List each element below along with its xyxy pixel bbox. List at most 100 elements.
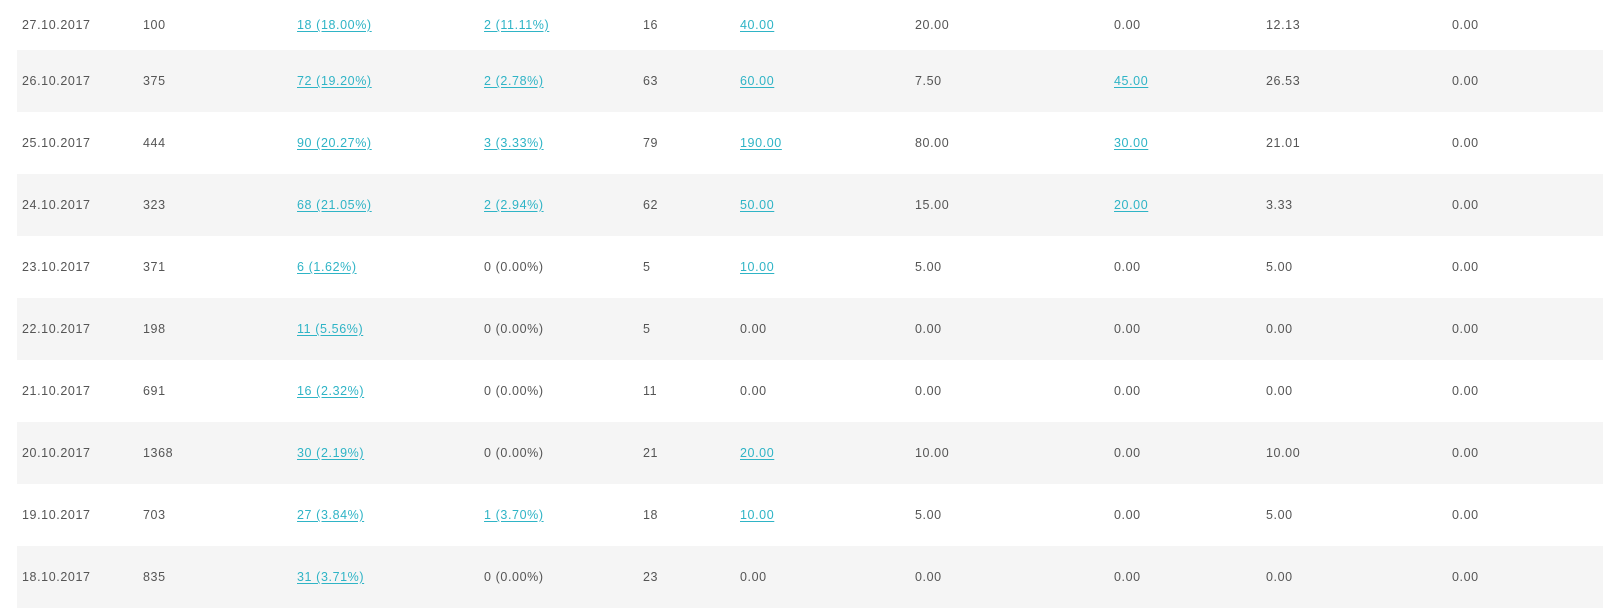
date-cell: 21.10.2017 bbox=[17, 360, 143, 422]
col10-value: 0.00 bbox=[1452, 74, 1479, 88]
date-value: 25.10.2017 bbox=[22, 136, 91, 150]
table-row: 26.10.2017 375 72 (19.20%) 2 (2.78%) 63 60.00… bbox=[17, 50, 1603, 112]
col8-cell: 0.00 bbox=[1114, 236, 1266, 298]
col8-link[interactable]: 30.00 bbox=[1114, 136, 1148, 150]
col4-link[interactable]: 2 (11.11%) bbox=[484, 18, 549, 32]
col9-value: 5.00 bbox=[1266, 508, 1293, 522]
col3-link[interactable]: 16 (2.32%) bbox=[297, 384, 364, 398]
col9-value: 10.00 bbox=[1266, 446, 1301, 460]
col6-link[interactable]: 40.00 bbox=[740, 18, 774, 32]
col5-value: 63 bbox=[643, 74, 659, 88]
col3-link[interactable]: 27 (3.84%) bbox=[297, 508, 364, 522]
col6-link[interactable]: 10.00 bbox=[740, 260, 774, 274]
col6-link[interactable]: 10.00 bbox=[740, 508, 774, 522]
col4-cell: 3 (3.33%) bbox=[484, 112, 643, 174]
col9-cell: 5.00 bbox=[1266, 484, 1452, 546]
col9-cell: 0.00 bbox=[1266, 298, 1452, 360]
col7-value: 7.50 bbox=[915, 74, 942, 88]
col2-value: 371 bbox=[143, 260, 166, 274]
col10-cell: 0.00 bbox=[1452, 546, 1603, 608]
date-value: 20.10.2017 bbox=[22, 446, 91, 460]
col4-link[interactable]: 2 (2.94%) bbox=[484, 198, 544, 212]
col6-link[interactable]: 60.00 bbox=[740, 74, 774, 88]
col5-value: 18 bbox=[643, 508, 659, 522]
col2-value: 703 bbox=[143, 508, 166, 522]
col3-link[interactable]: 6 (1.62%) bbox=[297, 260, 357, 274]
col7-value: 0.00 bbox=[915, 570, 942, 584]
col4-value: 0 (0.00%) bbox=[484, 384, 544, 398]
table-row: 20.10.2017 1368 30 (2.19%) 0 (0.00%) 21 20.00… bbox=[17, 422, 1603, 484]
col3-link[interactable]: 90 (20.27%) bbox=[297, 136, 372, 150]
col5-value: 16 bbox=[643, 18, 659, 32]
col3-cell: 27 (3.84%) bbox=[297, 484, 484, 546]
col8-cell: 45.00 bbox=[1114, 50, 1266, 112]
date-cell: 23.10.2017 bbox=[17, 236, 143, 298]
col8-cell: 0.00 bbox=[1114, 298, 1266, 360]
col4-cell: 0 (0.00%) bbox=[484, 546, 643, 608]
col7-cell: 0.00 bbox=[915, 546, 1114, 608]
col8-link[interactable]: 20.00 bbox=[1114, 198, 1148, 212]
col8-value: 0.00 bbox=[1114, 18, 1141, 32]
visits-cell: 444 bbox=[143, 112, 297, 174]
col3-link[interactable]: 11 (5.56%) bbox=[297, 322, 363, 336]
col10-value: 0.00 bbox=[1452, 18, 1479, 32]
col10-value: 0.00 bbox=[1452, 508, 1479, 522]
col7-value: 5.00 bbox=[915, 508, 942, 522]
col7-value: 15.00 bbox=[915, 198, 950, 212]
col3-link[interactable]: 18 (18.00%) bbox=[297, 18, 372, 32]
col8-value: 0.00 bbox=[1114, 384, 1141, 398]
col6-link[interactable]: 50.00 bbox=[740, 198, 774, 212]
col9-value: 21.01 bbox=[1266, 136, 1301, 150]
col6-value: 0.00 bbox=[740, 570, 767, 584]
date-value: 27.10.2017 bbox=[22, 18, 91, 32]
col6-cell: 10.00 bbox=[740, 484, 915, 546]
date-cell: 27.10.2017 bbox=[17, 0, 143, 50]
col5-value: 5 bbox=[643, 260, 651, 274]
col10-value: 0.00 bbox=[1452, 322, 1479, 336]
col10-cell: 0.00 bbox=[1452, 50, 1603, 112]
date-cell: 25.10.2017 bbox=[17, 112, 143, 174]
col3-link[interactable]: 31 (3.71%) bbox=[297, 570, 364, 584]
col2-value: 1368 bbox=[143, 446, 174, 460]
col4-link[interactable]: 2 (2.78%) bbox=[484, 74, 544, 88]
date-cell: 24.10.2017 bbox=[17, 174, 143, 236]
visits-cell: 703 bbox=[143, 484, 297, 546]
col10-value: 0.00 bbox=[1452, 198, 1479, 212]
col3-cell: 31 (3.71%) bbox=[297, 546, 484, 608]
col9-value: 12.13 bbox=[1266, 18, 1301, 32]
col6-link[interactable]: 20.00 bbox=[740, 446, 774, 460]
col6-link[interactable]: 190.00 bbox=[740, 136, 782, 150]
visits-cell: 100 bbox=[143, 0, 297, 50]
col2-value: 100 bbox=[143, 18, 166, 32]
col2-value: 323 bbox=[143, 198, 166, 212]
col8-cell: 0.00 bbox=[1114, 546, 1266, 608]
date-value: 18.10.2017 bbox=[22, 570, 91, 584]
col3-cell: 30 (2.19%) bbox=[297, 422, 484, 484]
col6-cell: 20.00 bbox=[740, 422, 915, 484]
col4-link[interactable]: 3 (3.33%) bbox=[484, 136, 544, 150]
table-row: 21.10.2017 691 16 (2.32%) 0 (0.00%) 11 0.00 0.… bbox=[17, 360, 1603, 422]
col7-value: 80.00 bbox=[915, 136, 950, 150]
col9-cell: 5.00 bbox=[1266, 236, 1452, 298]
col6-cell: 190.00 bbox=[740, 112, 915, 174]
col3-link[interactable]: 30 (2.19%) bbox=[297, 446, 364, 460]
col7-cell: 15.00 bbox=[915, 174, 1114, 236]
col9-value: 0.00 bbox=[1266, 384, 1293, 398]
table-row: 24.10.2017 323 68 (21.05%) 2 (2.94%) 62 50.00… bbox=[17, 174, 1603, 236]
col4-cell: 0 (0.00%) bbox=[484, 360, 643, 422]
col3-cell: 11 (5.56%) bbox=[297, 298, 484, 360]
col8-cell: 0.00 bbox=[1114, 422, 1266, 484]
col10-cell: 0.00 bbox=[1452, 174, 1603, 236]
col8-value: 0.00 bbox=[1114, 570, 1141, 584]
col4-link[interactable]: 1 (3.70%) bbox=[484, 508, 544, 522]
col6-cell: 10.00 bbox=[740, 236, 915, 298]
col9-value: 26.53 bbox=[1266, 74, 1301, 88]
col3-link[interactable]: 72 (19.20%) bbox=[297, 74, 372, 88]
col3-link[interactable]: 68 (21.05%) bbox=[297, 198, 372, 212]
date-value: 23.10.2017 bbox=[22, 260, 91, 274]
col9-value: 5.00 bbox=[1266, 260, 1293, 274]
col5-value: 23 bbox=[643, 570, 659, 584]
date-value: 22.10.2017 bbox=[22, 322, 91, 336]
col9-value: 0.00 bbox=[1266, 322, 1293, 336]
col8-link[interactable]: 45.00 bbox=[1114, 74, 1148, 88]
